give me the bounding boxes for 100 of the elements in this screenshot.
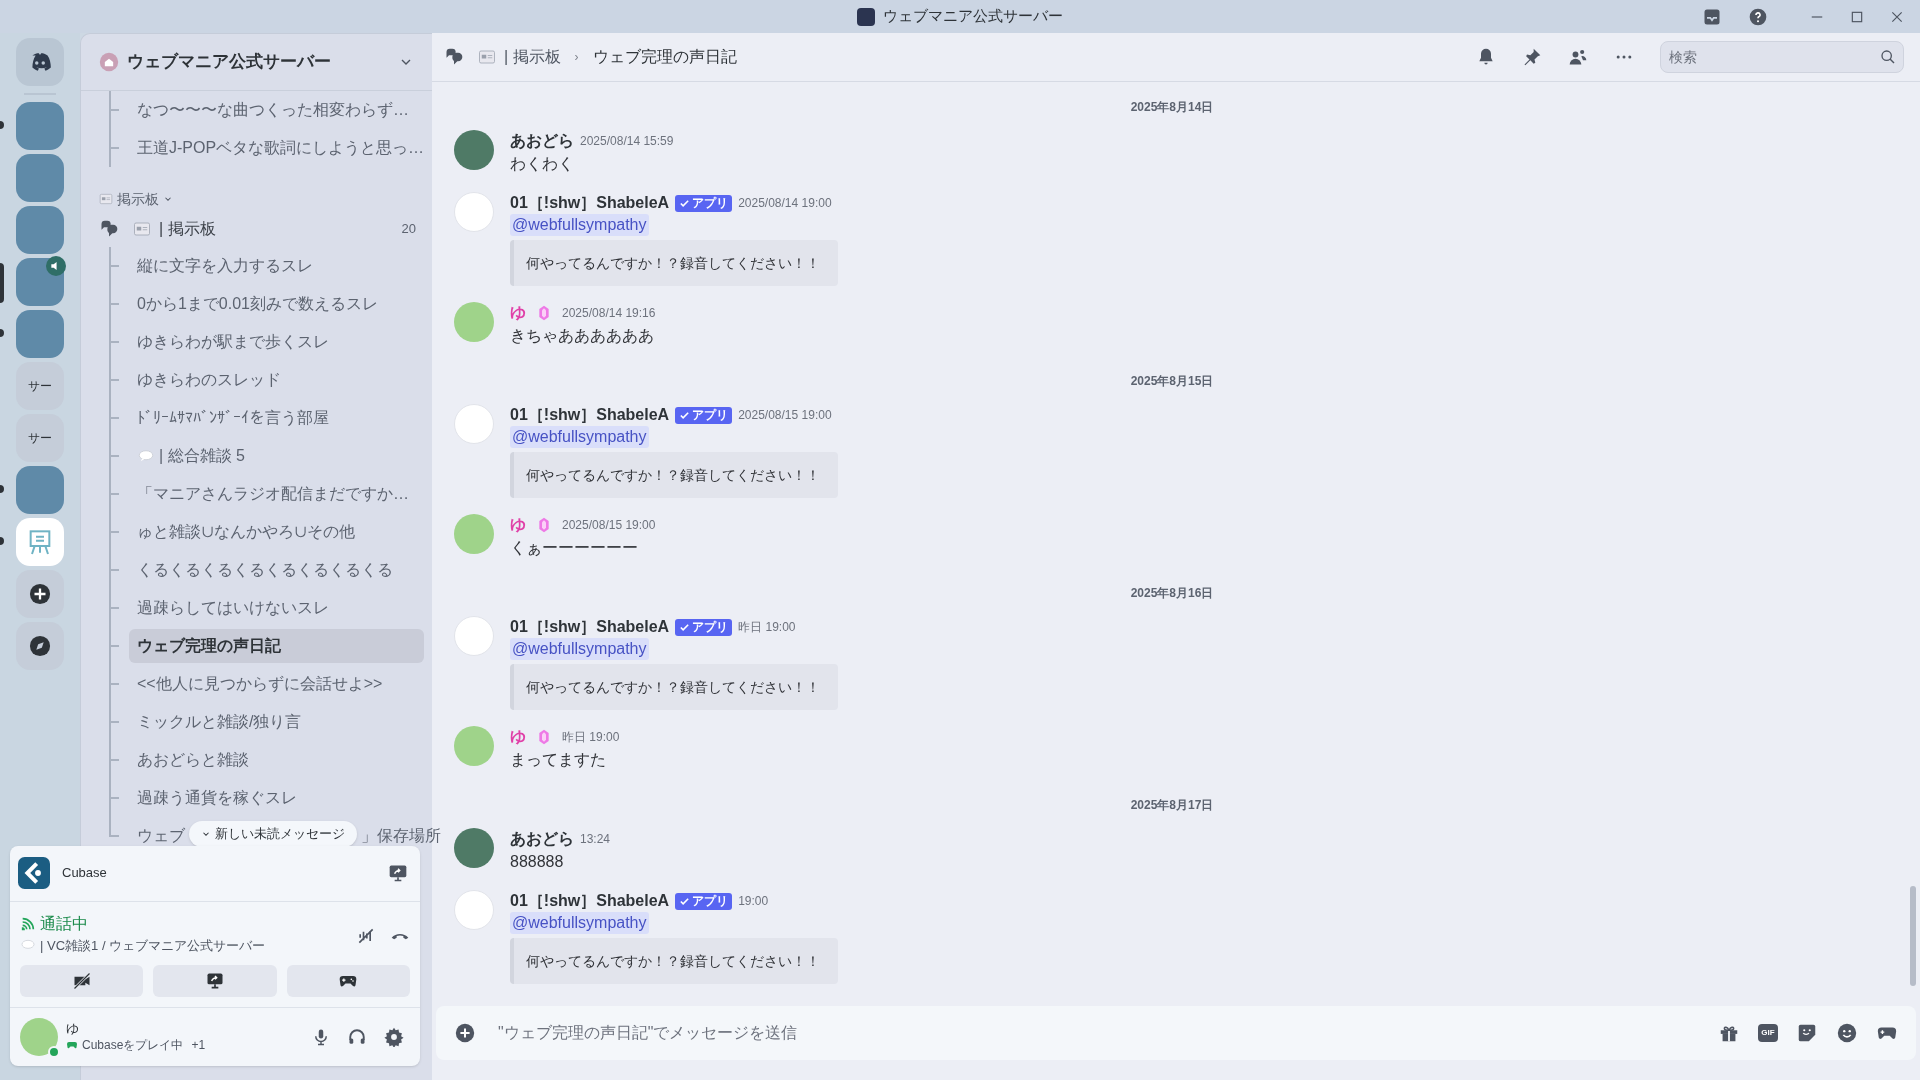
thread-item[interactable]: <<他人に見つからずに会話せよ>> bbox=[129, 667, 391, 701]
speaker-icon bbox=[46, 256, 66, 276]
user-activity: Cubaseをプレイ中 bbox=[82, 1037, 184, 1053]
thread-item[interactable]: ミックルと雑談/独り言 bbox=[129, 705, 310, 739]
thread-item[interactable]: ﾄﾞﾘｰﾑｻﾏﾊﾞﾝｻﾞｰｲを言う部屋 bbox=[129, 401, 337, 435]
thread-item[interactable]: 」保存場所 bbox=[361, 824, 441, 848]
author-name[interactable]: 01［!shw］ShabeleA bbox=[510, 403, 670, 427]
members-icon[interactable] bbox=[1568, 47, 1588, 67]
mention-link[interactable]: @webfullsympathy bbox=[510, 214, 649, 236]
embed-text: 何やってるんですか！？録音してください！！ bbox=[526, 679, 820, 695]
sticker-icon[interactable] bbox=[1796, 1022, 1818, 1044]
mention-link[interactable]: @webfullsympathy bbox=[510, 912, 649, 934]
forum-channel[interactable]: | 掲示板 20 bbox=[99, 211, 424, 247]
author-name[interactable]: ゆ bbox=[510, 725, 526, 749]
add-server-button[interactable] bbox=[16, 570, 64, 618]
mention-link[interactable]: @webfullsympathy bbox=[510, 426, 649, 448]
thread-item[interactable]: | 総合雑談 5 bbox=[129, 439, 253, 473]
headphones-icon[interactable] bbox=[348, 1028, 366, 1046]
timestamp: 昨日 19:00 bbox=[738, 619, 796, 636]
author-name[interactable]: あおどら bbox=[510, 827, 574, 851]
thread-item[interactable]: 過疎らしてはいけないスレ bbox=[129, 591, 337, 625]
close-icon[interactable] bbox=[1890, 9, 1904, 24]
author-name[interactable]: 01［!shw］ShabeleA bbox=[510, 191, 670, 215]
thread-item[interactable]: ゆきらわが駅まで歩くスレ bbox=[129, 325, 337, 359]
thread-item[interactable]: 0から1まで0.01刻みで数えるスレ bbox=[129, 287, 386, 321]
author-name[interactable]: 01［!shw］ShabeleA bbox=[510, 615, 670, 639]
author-name[interactable]: 01［!shw］ShabeleA bbox=[510, 889, 670, 913]
scrollbar-thumb[interactable] bbox=[1910, 886, 1916, 986]
thread-item[interactable]: 「マニアさんラジオ配信まだですか… bbox=[129, 477, 417, 511]
timestamp: 2025/08/14 15:59 bbox=[580, 133, 674, 150]
activity-name: Cubase bbox=[62, 864, 107, 883]
timestamp: 昨日 19:00 bbox=[562, 729, 620, 746]
thread-title: ウェブ完理の声日記 bbox=[592, 47, 737, 67]
user-avatar[interactable] bbox=[454, 130, 494, 170]
server-icon[interactable] bbox=[16, 258, 64, 306]
discover-button[interactable] bbox=[16, 622, 64, 670]
thread-item[interactable]: 縦に文字を入力するスレ bbox=[129, 249, 321, 283]
breadcrumb-link[interactable]: | 掲示板 bbox=[504, 45, 561, 69]
timestamp: 2025/08/15 19:00 bbox=[562, 517, 656, 534]
thread-item[interactable]: 過疎う通貨を稼ぐスレ bbox=[129, 781, 305, 815]
author-name[interactable]: ゆ bbox=[510, 301, 526, 325]
server-icon[interactable]: サー bbox=[16, 362, 64, 410]
thread-item[interactable]: 王道J-POPベタな歌詞にしようと思っ… bbox=[129, 136, 433, 160]
camera-off-button[interactable] bbox=[20, 965, 144, 997]
thread-item[interactable]: ゆきらわのスレッド bbox=[129, 363, 289, 397]
camera-off-icon bbox=[71, 971, 92, 991]
message-text: 888888 bbox=[510, 852, 564, 872]
compass-icon bbox=[29, 635, 51, 657]
thread-item[interactable]: なつ〜〜〜な曲つくった相変わらず… bbox=[129, 98, 417, 122]
selected-indicator bbox=[0, 263, 4, 303]
newspaper-icon bbox=[478, 48, 496, 66]
app-badge: アプリ bbox=[675, 892, 733, 910]
search-icon bbox=[1880, 49, 1896, 65]
forum-icon bbox=[99, 219, 119, 239]
message-text: わくわく bbox=[510, 154, 574, 174]
forum-icon bbox=[444, 47, 464, 67]
home-button[interactable] bbox=[16, 38, 64, 86]
thread-item[interactable]: ウェブ完理の声日記 bbox=[129, 629, 424, 663]
author-name[interactable]: ゆ bbox=[510, 513, 526, 537]
user-avatar[interactable] bbox=[20, 1018, 58, 1056]
mention-link[interactable]: @webfullsympathy bbox=[510, 638, 649, 660]
gif-button[interactable]: GIF bbox=[1758, 1024, 1778, 1042]
timestamp: 19:00 bbox=[738, 893, 769, 910]
plus-icon[interactable] bbox=[454, 1022, 476, 1044]
voice-channel-name[interactable]: | VC雑談1 / ウェブマニア公式サーバー bbox=[40, 935, 266, 955]
window-title: ウェブマニア公式サーバー bbox=[883, 6, 1063, 27]
app-badge: アプリ bbox=[675, 406, 733, 424]
help-icon[interactable] bbox=[1748, 6, 1768, 27]
server-name[interactable]: ウェブマニア公式サーバー bbox=[127, 49, 331, 75]
author-name[interactable]: あおどら bbox=[510, 129, 574, 153]
maximize-icon[interactable] bbox=[1850, 9, 1864, 24]
search-field[interactable]: 検索 bbox=[1660, 41, 1904, 73]
timestamp: 2025/08/14 19:16 bbox=[562, 305, 656, 322]
screen-share-button[interactable] bbox=[153, 965, 277, 997]
thread-item[interactable]: ウェブ bbox=[137, 824, 185, 848]
message-input[interactable]: "ウェブ完理の声日記"でメッセージを送信 bbox=[498, 1021, 1696, 1045]
category-header[interactable]: 掲示板 bbox=[99, 187, 424, 211]
user-avatar[interactable] bbox=[454, 828, 494, 868]
unread-messages-pill[interactable]: 新しい未読メッセージ bbox=[189, 821, 357, 847]
settings-icon[interactable] bbox=[384, 1027, 404, 1047]
microphone-icon[interactable] bbox=[312, 1028, 330, 1046]
gem-icon bbox=[536, 729, 552, 745]
server-icon[interactable]: サー bbox=[16, 414, 64, 462]
message-text: くぁーーーーーー bbox=[510, 538, 638, 558]
server-avatar bbox=[857, 7, 875, 26]
thread-item[interactable]: ゅと雑談∪なんかやろ∪その他 bbox=[129, 515, 363, 549]
timestamp: 2025/08/14 19:00 bbox=[738, 195, 832, 212]
thread-count: 20 bbox=[401, 220, 416, 239]
breadcrumb-separator: › bbox=[573, 49, 580, 66]
channel-name: | 掲示板 bbox=[159, 219, 216, 239]
activity-button[interactable] bbox=[286, 965, 410, 997]
screen-share-icon[interactable] bbox=[388, 863, 408, 883]
emoji-icon[interactable] bbox=[1836, 1022, 1858, 1044]
gem-icon bbox=[536, 305, 552, 321]
thread-item[interactable]: くるくるくるくるくるくるくるくる bbox=[129, 553, 401, 587]
app-badge: アプリ bbox=[675, 194, 733, 212]
pin-icon[interactable] bbox=[1522, 47, 1542, 67]
thread-item[interactable]: あおどらと雑談 bbox=[129, 743, 257, 777]
message-composer[interactable]: "ウェブ完理の声日記"でメッセージを送信 GIF bbox=[436, 1006, 1916, 1060]
message-text: きちゃああああああ bbox=[510, 326, 654, 346]
